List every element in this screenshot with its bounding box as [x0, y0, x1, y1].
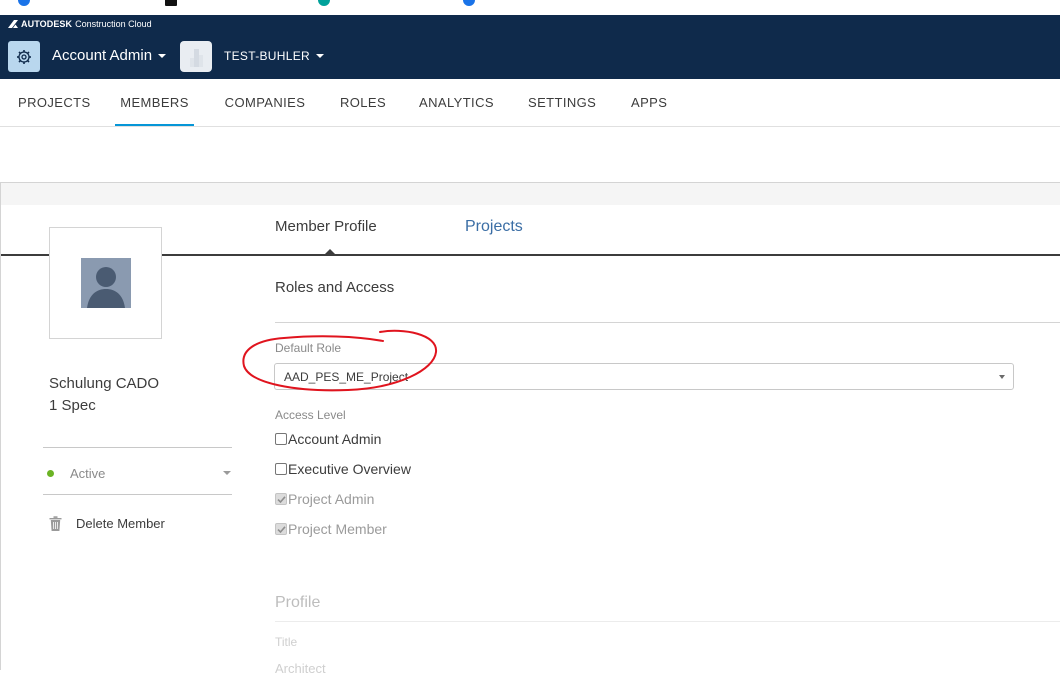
default-role-value: AAD_PES_ME_Project — [284, 370, 999, 384]
tab-analytics[interactable]: ANALYTICS — [419, 79, 494, 126]
user-silhouette-icon — [81, 258, 131, 308]
status-indicator-icon — [47, 470, 54, 477]
app-switcher-label: Account Admin — [52, 47, 152, 64]
member-name-line1: Schulung CADO — [49, 373, 219, 395]
avatar — [49, 227, 162, 339]
tab-companies[interactable]: COMPANIES — [224, 79, 306, 126]
section-divider — [275, 621, 1060, 622]
tab-roles[interactable]: ROLES — [340, 79, 386, 126]
settings-gear-button[interactable] — [8, 41, 40, 72]
access-level-label: Access Level — [275, 408, 346, 422]
member-name-line2: 1 Spec — [49, 395, 219, 417]
delete-member-button[interactable]: Delete Member — [49, 513, 165, 533]
project-admin-label: Project Admin — [288, 491, 374, 507]
executive-overview-label: Executive Overview — [288, 461, 411, 477]
project-member-label: Project Member — [288, 521, 387, 537]
member-name: Schulung CADO 1 Spec — [49, 373, 219, 417]
brand-product: Construction Cloud — [75, 19, 152, 29]
default-role-select[interactable]: AAD_PES_ME_Project — [274, 363, 1014, 390]
bookmark-strip — [0, 0, 1060, 15]
active-tab-pointer — [325, 249, 335, 254]
member-detail-panel: Schulung CADO 1 Spec Active Delete Membe… — [0, 182, 1060, 670]
project-member-checkbox — [275, 523, 287, 535]
project-switcher-label: TEST-BUHLER — [224, 49, 310, 63]
access-project-admin: Project Admin — [275, 491, 374, 507]
section-divider — [275, 322, 1060, 323]
brand-logo: AUTODESK Construction Cloud — [8, 18, 152, 30]
brand-name: AUTODESK — [21, 19, 72, 29]
access-project-member: Project Member — [275, 521, 387, 537]
sidebar-divider — [43, 447, 232, 448]
project-admin-checkbox — [275, 493, 287, 505]
building-icon — [187, 47, 205, 67]
access-account-admin[interactable]: Account Admin — [275, 431, 381, 447]
gear-icon — [16, 49, 32, 65]
roles-access-title: Roles and Access — [275, 279, 394, 296]
chevron-down-icon — [158, 54, 166, 58]
default-role-label: Default Role — [275, 341, 341, 355]
status-dropdown[interactable]: Active — [43, 455, 232, 491]
account-admin-label: Account Admin — [288, 431, 381, 447]
tab-projects-link[interactable]: Projects — [465, 218, 523, 236]
bookmark-icon[interactable] — [18, 0, 30, 6]
profile-section-title: Profile — [275, 594, 320, 612]
tab-members[interactable]: MEMBERS — [115, 79, 194, 126]
tab-member-profile[interactable]: Member Profile — [275, 218, 377, 235]
checkmark-icon — [277, 525, 286, 534]
caret-down-icon — [999, 375, 1005, 379]
sidebar-divider — [43, 494, 232, 495]
tab-settings[interactable]: SETTINGS — [528, 79, 596, 126]
access-executive-overview[interactable]: Executive Overview — [275, 461, 411, 477]
tab-apps[interactable]: APPS — [631, 79, 667, 126]
trash-icon — [49, 516, 62, 531]
account-admin-checkbox[interactable] — [275, 433, 287, 445]
title-value[interactable]: Architect — [275, 661, 326, 676]
status-label: Active — [70, 466, 223, 481]
app-switcher-dropdown[interactable]: Account Admin — [52, 47, 166, 64]
tab-projects[interactable]: PROJECTS — [18, 79, 86, 126]
bookmark-icon[interactable] — [165, 0, 177, 6]
checkmark-icon — [277, 495, 286, 504]
autodesk-logo-icon — [8, 20, 18, 28]
chevron-down-icon — [316, 54, 324, 58]
top-header: AUTODESK Construction Cloud Account Admi… — [0, 15, 1060, 79]
delete-member-label: Delete Member — [76, 516, 165, 531]
chevron-down-icon — [223, 471, 231, 475]
project-thumbnail[interactable] — [180, 41, 212, 72]
panel-header-strip — [1, 183, 1060, 205]
executive-overview-checkbox[interactable] — [275, 463, 287, 475]
bookmark-icon[interactable] — [463, 0, 475, 6]
title-label: Title — [275, 635, 297, 649]
project-switcher-dropdown[interactable]: TEST-BUHLER — [224, 49, 324, 63]
main-nav: PROJECTS MEMBERS COMPANIES ROLES ANALYTI… — [0, 79, 1060, 127]
bookmark-icon[interactable] — [318, 0, 330, 6]
